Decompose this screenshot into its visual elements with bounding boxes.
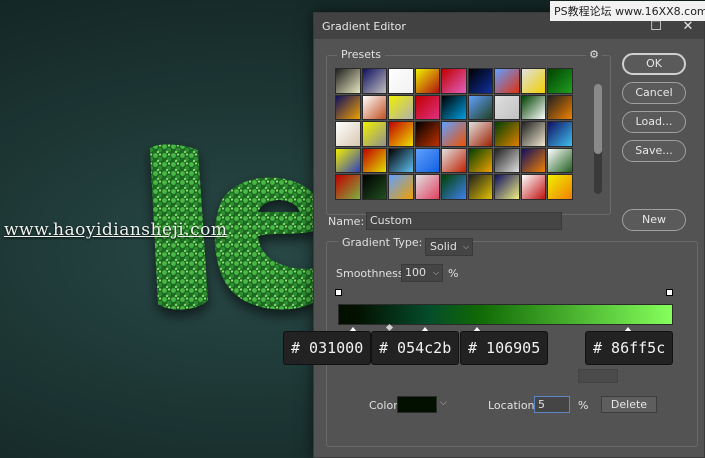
preset-swatch[interactable] (388, 94, 414, 120)
delete-button[interactable]: Delete (601, 396, 657, 413)
preset-swatch[interactable] (467, 121, 493, 147)
preset-swatch[interactable] (361, 147, 387, 173)
preset-swatch[interactable] (441, 147, 467, 173)
presets-scrollbar[interactable] (594, 84, 602, 194)
stop-color-well[interactable] (397, 396, 437, 413)
preset-swatch[interactable] (547, 94, 573, 120)
preset-swatch[interactable] (335, 174, 361, 200)
preset-swatch[interactable] (335, 147, 361, 173)
preset-swatch[interactable] (414, 121, 440, 147)
scrollbar-thumb[interactable] (594, 84, 602, 154)
window-controls: ☐ ✕ (640, 13, 704, 39)
gradient-bar[interactable] (338, 304, 673, 325)
stop-opacity-field (578, 369, 618, 383)
dialog-title: Gradient Editor (322, 19, 406, 33)
preset-swatch[interactable] (361, 68, 387, 94)
preset-swatch-grid (335, 68, 575, 200)
name-field[interactable]: Custom (366, 212, 562, 230)
preset-swatch[interactable] (388, 121, 414, 147)
preset-swatch[interactable] (494, 94, 520, 120)
opacity-stop-right[interactable] (666, 289, 673, 296)
close-icon[interactable]: ✕ (672, 19, 704, 34)
preset-swatch[interactable] (441, 174, 467, 200)
preset-swatch[interactable] (414, 94, 440, 120)
preset-swatch[interactable] (467, 94, 493, 120)
preset-swatch[interactable] (547, 68, 573, 94)
preset-swatch[interactable] (547, 174, 573, 200)
hex-label-3: # 106905 (460, 331, 549, 365)
location-label: Location: (488, 399, 539, 412)
preset-swatch[interactable] (467, 147, 493, 173)
smoothness-label: Smoothness: (336, 267, 408, 280)
preset-swatch[interactable] (361, 174, 387, 200)
presets-panel: Presets ⚙ (326, 48, 611, 215)
preset-swatch[interactable] (520, 174, 546, 200)
preset-swatch[interactable] (388, 68, 414, 94)
preset-swatch[interactable] (494, 68, 520, 94)
chevron-down-icon[interactable]: ⌵ (440, 398, 447, 408)
preset-swatch[interactable] (494, 147, 520, 173)
name-label: Name: (328, 215, 365, 228)
preset-swatch[interactable] (335, 121, 361, 147)
preset-swatch[interactable] (547, 147, 573, 173)
preset-swatch[interactable] (335, 94, 361, 120)
smoothness-percent: % (448, 267, 459, 280)
save-button[interactable]: Save... (622, 140, 686, 162)
preset-swatch[interactable] (520, 147, 546, 173)
preset-swatch[interactable] (467, 68, 493, 94)
preset-swatch[interactable] (388, 174, 414, 200)
hex-label-4: # 86ff5c (585, 331, 674, 365)
preset-swatch[interactable] (361, 94, 387, 120)
preset-swatch[interactable] (335, 68, 361, 94)
new-button[interactable]: New (622, 209, 686, 231)
preset-swatch[interactable] (520, 121, 546, 147)
hex-label-2: # 054c2b (371, 331, 460, 365)
chevron-down-icon[interactable]: ⌵ (433, 268, 439, 278)
chevron-down-icon: ⌵ (463, 242, 470, 251)
preset-swatch[interactable] (520, 68, 546, 94)
preset-swatch[interactable] (414, 174, 440, 200)
preset-swatch[interactable] (388, 147, 414, 173)
preset-swatch[interactable] (361, 121, 387, 147)
preset-swatch[interactable] (441, 68, 467, 94)
gradient-type-label: Gradient Type: (338, 236, 427, 249)
opacity-stop-left[interactable] (335, 289, 342, 296)
ok-button[interactable]: OK (622, 53, 686, 75)
preset-swatch[interactable] (520, 94, 546, 120)
watermark-url: www.haoyidiansheji.com (4, 220, 228, 240)
preset-swatch[interactable] (414, 147, 440, 173)
load-button[interactable]: Load... (622, 111, 686, 133)
cancel-button[interactable]: Cancel (622, 82, 686, 104)
preset-swatch[interactable] (414, 68, 440, 94)
gradient-editor-dialog: Gradient Editor PS教程论坛 www.16XX8.com ☐ ✕… (313, 1, 705, 458)
preset-swatch[interactable] (467, 174, 493, 200)
hex-label-1: # 031000 (283, 331, 372, 365)
preset-swatch[interactable] (494, 121, 520, 147)
gear-icon[interactable]: ⚙ (586, 48, 602, 61)
location-percent: % (578, 399, 589, 412)
preset-swatch[interactable] (547, 121, 573, 147)
maximize-icon[interactable]: ☐ (640, 19, 672, 34)
location-input[interactable]: 5 (534, 396, 570, 413)
preset-swatch[interactable] (441, 94, 467, 120)
preset-swatch[interactable] (441, 121, 467, 147)
preset-swatch[interactable] (494, 174, 520, 200)
presets-label: Presets (337, 48, 386, 61)
